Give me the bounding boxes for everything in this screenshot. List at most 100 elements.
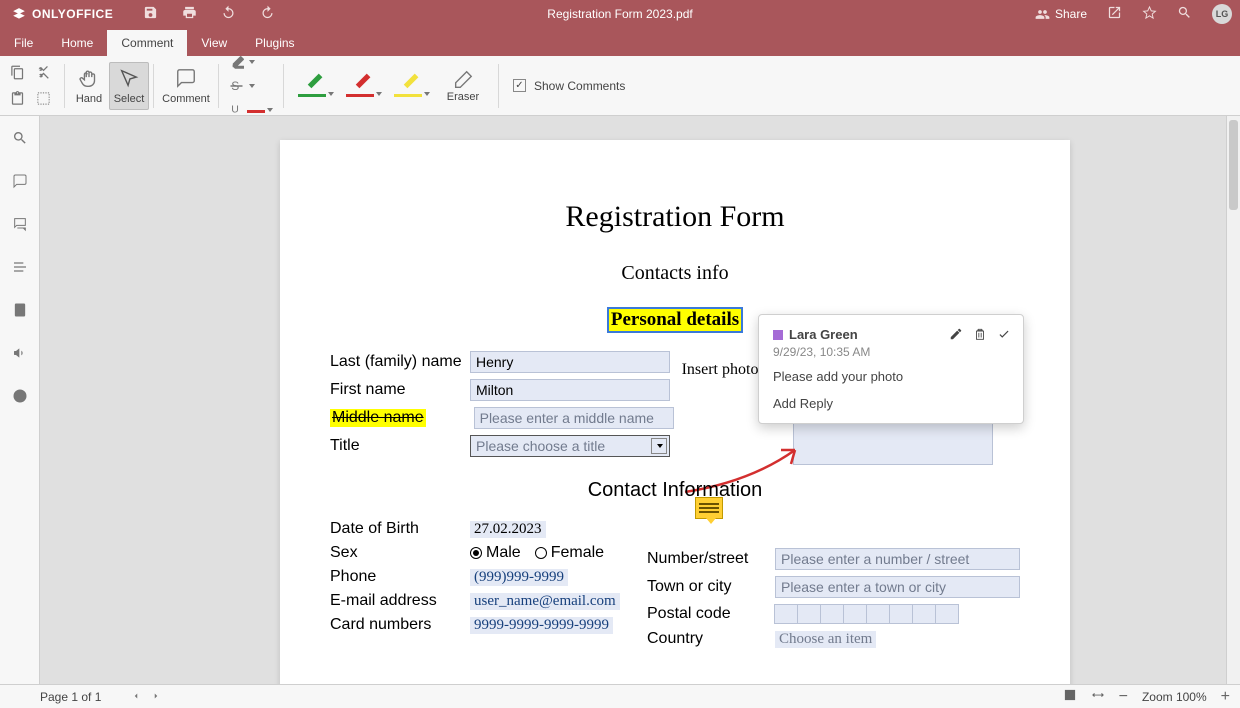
annotation-colors: S U: [223, 53, 279, 119]
add-reply-link[interactable]: Add Reply: [773, 396, 1009, 411]
select-all-icon[interactable]: [32, 88, 54, 110]
left-sidebar: [0, 116, 40, 684]
favorite-icon[interactable]: [1142, 5, 1157, 23]
middle-name-field[interactable]: Please enter a middle name: [474, 407, 674, 429]
comment-text: Please add your photo: [773, 369, 1009, 384]
form-title: Registration Form: [330, 200, 1020, 234]
print-icon[interactable]: [182, 5, 197, 23]
zoom-in-icon[interactable]: +: [1221, 688, 1230, 706]
vertical-scrollbar[interactable]: [1226, 116, 1240, 684]
sex-label: Sex: [330, 544, 470, 562]
radio-female[interactable]: Female: [535, 544, 604, 562]
app-name: ONLYOFFICE: [32, 7, 113, 21]
first-name-label: First name: [330, 381, 470, 399]
first-name-field[interactable]: Milton: [470, 379, 670, 401]
highlight-color-button[interactable]: [229, 53, 273, 71]
comment-label: Comment: [162, 93, 210, 105]
paste-icon[interactable]: [6, 88, 28, 110]
contact-info-header: Contact Information: [330, 479, 1020, 502]
open-location-icon[interactable]: [1107, 5, 1122, 23]
comment-button[interactable]: Comment: [158, 63, 214, 109]
show-comments-checkbox[interactable]: ✓ Show Comments: [503, 79, 625, 93]
eraser-label: Eraser: [447, 91, 479, 103]
phone-label: Phone: [330, 568, 470, 586]
prev-page-icon[interactable]: [131, 690, 141, 704]
strikeout-color-button[interactable]: S: [229, 77, 273, 95]
country-select[interactable]: Choose an item: [775, 631, 876, 648]
town-field[interactable]: Please enter a town or city: [775, 576, 1020, 598]
radio-male[interactable]: Male: [470, 544, 521, 562]
app-logo: ONLYOFFICE: [0, 7, 125, 21]
document-title: Registration Form 2023.pdf: [547, 7, 692, 21]
marker-yellow[interactable]: [394, 69, 430, 103]
search-icon[interactable]: [1177, 5, 1192, 23]
town-label: Town or city: [647, 578, 775, 596]
next-page-icon[interactable]: [151, 690, 161, 704]
zoom-out-icon[interactable]: −: [1119, 688, 1128, 706]
chat-panel-icon[interactable]: [12, 216, 28, 237]
document-workspace[interactable]: Registration Form Contacts info Personal…: [40, 116, 1226, 684]
fit-page-icon[interactable]: [1063, 688, 1077, 705]
save-icon[interactable]: [143, 5, 158, 23]
chevron-down-icon[interactable]: [651, 438, 667, 454]
edit-comment-icon[interactable]: [949, 327, 963, 344]
comment-popup: Lara Green 9/29/23, 10:35 AM Please add …: [758, 314, 1024, 424]
insert-photo-label: Insert photo: [675, 361, 765, 379]
title-select[interactable]: Please choose a title: [470, 435, 670, 457]
marker-red[interactable]: [346, 69, 382, 103]
marker-green[interactable]: [298, 69, 334, 103]
title-label: Title: [330, 437, 470, 455]
personal-details-header[interactable]: Personal details: [609, 309, 741, 331]
logo-icon: [12, 7, 26, 21]
dob-value[interactable]: 27.02.2023: [470, 521, 546, 538]
marker-tools: Eraser: [288, 69, 494, 103]
country-label: Country: [647, 630, 775, 648]
dob-label: Date of Birth: [330, 520, 470, 538]
copy-icon[interactable]: [6, 62, 28, 84]
clipboard-group: [0, 62, 60, 110]
middle-name-label: Middle name: [330, 409, 426, 427]
postal-label: Postal code: [647, 605, 775, 623]
fit-width-icon[interactable]: [1091, 688, 1105, 705]
tab-comment[interactable]: Comment: [107, 30, 187, 56]
titlebar: ONLYOFFICE Registration Form 2023.pdf Sh…: [0, 0, 1240, 28]
email-label: E-mail address: [330, 592, 470, 610]
number-street-label: Number/street: [647, 550, 775, 568]
last-name-field[interactable]: Henry: [470, 351, 670, 373]
cut-icon[interactable]: [32, 62, 54, 84]
comments-panel-icon[interactable]: [12, 173, 28, 194]
headings-panel-icon[interactable]: [12, 259, 28, 280]
scroll-thumb[interactable]: [1229, 120, 1238, 210]
svg-text:U: U: [231, 103, 239, 115]
zoom-label: Zoom 100%: [1142, 690, 1207, 704]
share-label: Share: [1055, 7, 1087, 21]
thumbnails-icon[interactable]: [12, 302, 28, 323]
select-tool-button[interactable]: Select: [109, 62, 149, 110]
find-icon[interactable]: [12, 130, 28, 151]
number-street-field[interactable]: Please enter a number / street: [775, 548, 1020, 570]
delete-comment-icon[interactable]: [973, 327, 987, 344]
sticky-note-icon[interactable]: [695, 497, 723, 519]
hand-label: Hand: [76, 93, 102, 105]
user-avatar[interactable]: LG: [1212, 4, 1232, 24]
resolve-comment-icon[interactable]: [997, 327, 1011, 344]
card-label: Card numbers: [330, 616, 470, 634]
about-icon[interactable]: [12, 388, 28, 409]
eraser-button[interactable]: Eraser: [442, 69, 484, 103]
redo-icon[interactable]: [260, 5, 275, 23]
undo-icon[interactable]: [221, 5, 236, 23]
feedback-icon[interactable]: [12, 345, 28, 366]
menu-tabs: File Home Comment View Plugins: [0, 28, 1240, 56]
title-placeholder: Please choose a title: [476, 438, 605, 454]
postal-field[interactable]: [775, 604, 959, 624]
page-info: Page 1 of 1: [40, 690, 101, 704]
email-value[interactable]: user_name@email.com: [470, 593, 620, 610]
share-button[interactable]: Share: [1035, 7, 1087, 22]
select-label: Select: [114, 93, 145, 105]
tab-file[interactable]: File: [0, 30, 47, 56]
hand-tool-button[interactable]: Hand: [69, 63, 109, 109]
tab-home[interactable]: Home: [47, 30, 107, 56]
card-value[interactable]: 9999-9999-9999-9999: [470, 617, 613, 634]
phone-value[interactable]: (999)999-9999: [470, 569, 568, 586]
ribbon: Hand Select Comment S U: [0, 56, 1240, 116]
